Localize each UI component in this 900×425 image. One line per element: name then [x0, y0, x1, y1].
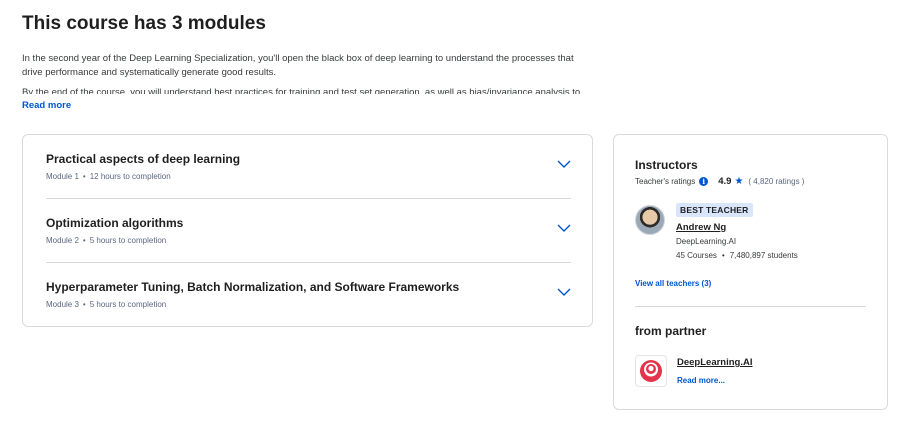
teacher-rating-row: Teacher's ratings i 4.9 ★ ( 4,820 rating…	[635, 176, 804, 187]
rating-value: 4.9	[718, 176, 732, 187]
teacher-org: DeepLearning.AI	[676, 237, 737, 246]
teacher-name-link[interactable]: Andrew Ng	[676, 222, 726, 233]
module-number: Module 2	[46, 236, 79, 245]
module-duration: 5 hours to completion	[89, 300, 167, 309]
partner-heading: from partner	[635, 324, 707, 338]
partner-name-link[interactable]: DeepLearning.AI	[677, 357, 753, 368]
module-title: Practical aspects of deep learning	[46, 152, 241, 166]
chevron-down-icon[interactable]	[557, 159, 571, 169]
meta-separator: •	[82, 300, 86, 309]
view-all-teachers-link[interactable]: View all teachers (3)	[635, 279, 711, 288]
deeplearning-logo-icon	[640, 360, 662, 382]
module-item-3[interactable]: Hyperparameter Tuning, Batch Normalizati…	[46, 263, 571, 327]
ratings-label: Teacher's ratings	[635, 177, 696, 186]
divider	[635, 306, 866, 307]
description-paragraph-1: In the second year of the Deep Learning …	[22, 53, 574, 78]
module-duration: 12 hours to completion	[89, 172, 171, 181]
meta-separator: •	[82, 172, 86, 181]
meta-separator: •	[721, 251, 725, 260]
teacher-stats: 45 Courses • 7,480,897 students	[676, 251, 798, 260]
partner-read-more-link[interactable]: Read more...	[677, 376, 725, 385]
chevron-down-icon[interactable]	[557, 223, 571, 233]
module-number: Module 1	[46, 172, 79, 181]
module-item-1[interactable]: Practical aspects of deep learning Modul…	[46, 135, 571, 199]
course-description: In the second year of the Deep Learning …	[22, 52, 587, 94]
teacher-students: 7,480,897 students	[729, 251, 798, 260]
description-paragraph-2: By the end of the course, you will under…	[22, 87, 581, 94]
module-meta: Module 2 • 5 hours to completion	[46, 236, 166, 245]
partner-logo[interactable]	[635, 355, 667, 387]
teacher-courses: 45 Courses	[676, 251, 717, 260]
instructors-card: Instructors Teacher's ratings i 4.9 ★ ( …	[613, 134, 888, 410]
module-number: Module 3	[46, 300, 79, 309]
read-more-link[interactable]: Read more	[22, 100, 71, 111]
module-item-2[interactable]: Optimization algorithms Module 2 • 5 hours…	[46, 199, 571, 263]
rating-count: ( 4,820 ratings )	[748, 177, 805, 186]
module-title: Optimization algorithms	[46, 216, 184, 230]
module-meta: Module 3 • 5 hours to completion	[46, 300, 166, 309]
page-title: This course has 3 modules	[22, 13, 266, 34]
best-teacher-badge: BEST TEACHER	[676, 203, 753, 217]
meta-separator: •	[82, 236, 86, 245]
modules-card: Practical aspects of deep learning Modul…	[22, 134, 593, 327]
instructors-heading: Instructors	[635, 158, 698, 172]
module-title: Hyperparameter Tuning, Batch Normalizati…	[46, 280, 460, 294]
module-duration: 5 hours to completion	[89, 236, 167, 245]
info-icon[interactable]: i	[699, 177, 709, 186]
star-icon: ★	[734, 176, 744, 187]
chevron-down-icon[interactable]	[557, 287, 571, 297]
module-meta: Module 1 • 12 hours to completion	[46, 172, 171, 181]
avatar[interactable]	[635, 205, 665, 235]
